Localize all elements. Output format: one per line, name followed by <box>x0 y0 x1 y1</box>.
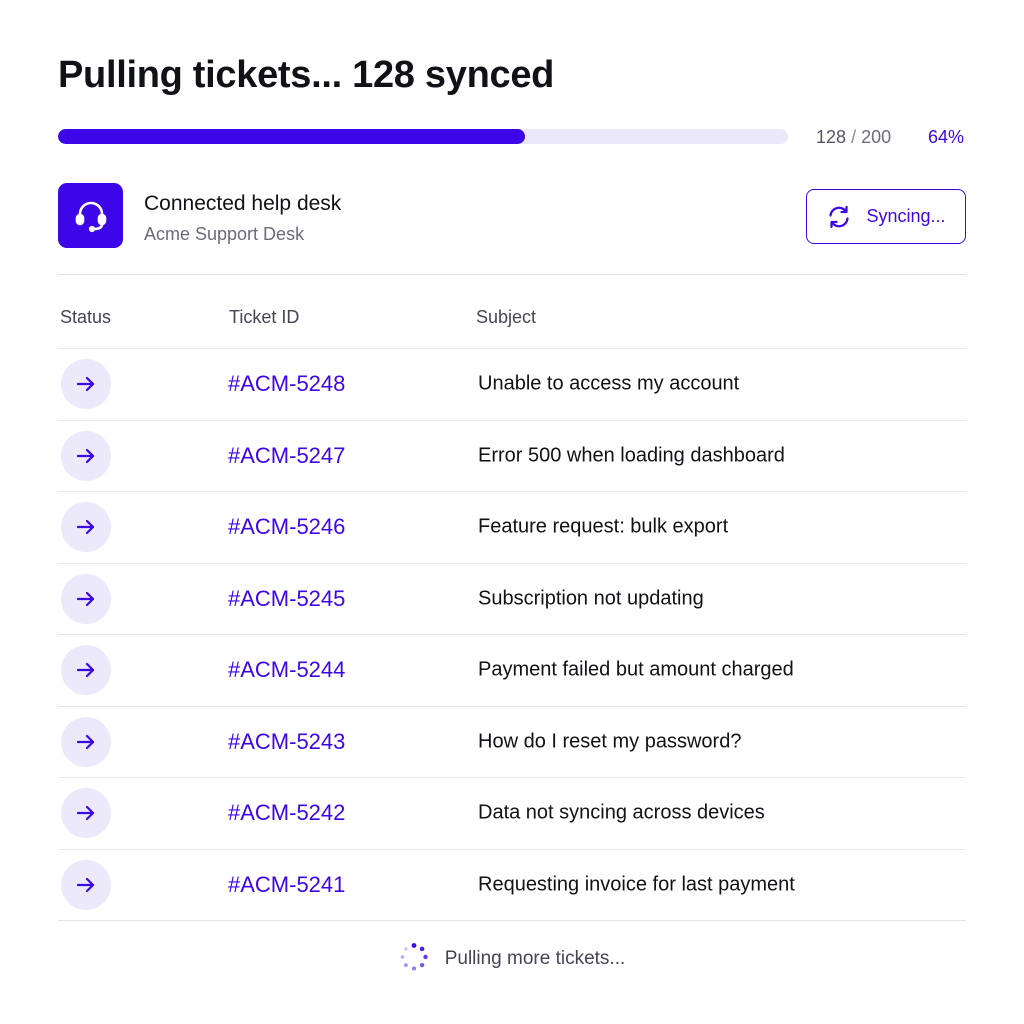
sync-progress: 128 / 200 64% <box>58 122 966 152</box>
ticket-id-link[interactable]: #ACM-5246 <box>228 514 345 540</box>
ticket-id-link[interactable]: #ACM-5241 <box>228 872 345 898</box>
arrow-right-icon <box>61 502 111 553</box>
progress-bar-fill <box>58 129 526 144</box>
table-row[interactable]: #ACM-5244 Payment failed but amount char… <box>58 635 966 707</box>
ticket-id-link[interactable]: #ACM-5242 <box>228 800 345 826</box>
table-row[interactable]: #ACM-5241 Requesting invoice for last pa… <box>58 850 966 921</box>
syncing-button[interactable]: Syncing... <box>806 189 966 244</box>
arrow-right-icon <box>61 359 111 410</box>
column-header-subject: Subject <box>476 307 537 327</box>
ticket-id-link[interactable]: #ACM-5243 <box>228 729 345 755</box>
arrow-right-icon <box>61 788 111 839</box>
progress-synced: 128 <box>816 127 847 147</box>
progress-total: 200 <box>861 127 892 147</box>
table-row[interactable]: #ACM-5242 Data not syncing across device… <box>58 778 966 850</box>
table-row[interactable]: #ACM-5246 Feature request: bulk export <box>58 492 966 564</box>
progress-percent: 64% <box>927 127 964 147</box>
ticket-id-link[interactable]: #ACM-5248 <box>228 371 345 397</box>
section-divider <box>58 274 966 275</box>
table-row[interactable]: #ACM-5245 Subscription not updating <box>58 564 966 635</box>
progress-bar <box>58 129 788 144</box>
ticket-subject: How do I reset my password? <box>478 730 742 753</box>
sync-panel: Pulling tickets... 128 synced 128 / 200 … <box>58 0 966 1024</box>
connection-title: Connected help desk <box>144 192 342 215</box>
ticket-id-link[interactable]: #ACM-5245 <box>228 586 345 612</box>
arrow-right-icon <box>61 716 111 767</box>
connection-card: Connected help desk Acme Support Desk Sy… <box>58 183 966 249</box>
arrow-right-icon <box>61 430 111 481</box>
ticket-subject: Data not syncing across devices <box>478 801 765 824</box>
ticket-subject: Subscription not updating <box>478 587 704 610</box>
loading-text: Pulling more tickets... <box>444 948 626 969</box>
arrow-right-icon <box>61 859 111 910</box>
loading-footer: Pulling more tickets... <box>58 942 966 976</box>
table-row[interactable]: #ACM-5243 How do I reset my password? <box>58 707 966 778</box>
progress-separator: / <box>851 127 857 147</box>
connection-subtitle: Acme Support Desk <box>144 224 305 244</box>
ticket-subject: Feature request: bulk export <box>478 515 729 538</box>
arrow-right-icon <box>61 573 111 624</box>
page-title: Pulling tickets... 128 synced <box>58 54 555 96</box>
table-header: Status Ticket ID Subject <box>58 307 966 331</box>
ticket-subject: Requesting invoice for last payment <box>478 873 795 896</box>
table-row[interactable]: #ACM-5248 Unable to access my account <box>58 349 966 421</box>
column-header-ticket-id: Ticket ID <box>229 307 300 327</box>
arrow-right-icon <box>61 645 111 696</box>
ticket-list: #ACM-5248 Unable to access my account #A… <box>58 349 966 921</box>
ticket-subject: Payment failed but amount charged <box>478 658 794 681</box>
progress-count: 128 / 200 <box>816 127 891 148</box>
table-row[interactable]: #ACM-5247 Error 500 when loading dashboa… <box>58 421 966 492</box>
spinner-icon <box>399 942 429 977</box>
ticket-id-link[interactable]: #ACM-5244 <box>228 657 345 683</box>
ticket-id-link[interactable]: #ACM-5247 <box>228 443 345 469</box>
ticket-subject: Unable to access my account <box>478 372 740 395</box>
refresh-icon <box>826 204 852 230</box>
syncing-button-label: Syncing... <box>866 206 946 226</box>
headset-icon <box>58 183 123 248</box>
ticket-subject: Error 500 when loading dashboard <box>478 444 785 467</box>
column-header-status: Status <box>60 307 112 327</box>
